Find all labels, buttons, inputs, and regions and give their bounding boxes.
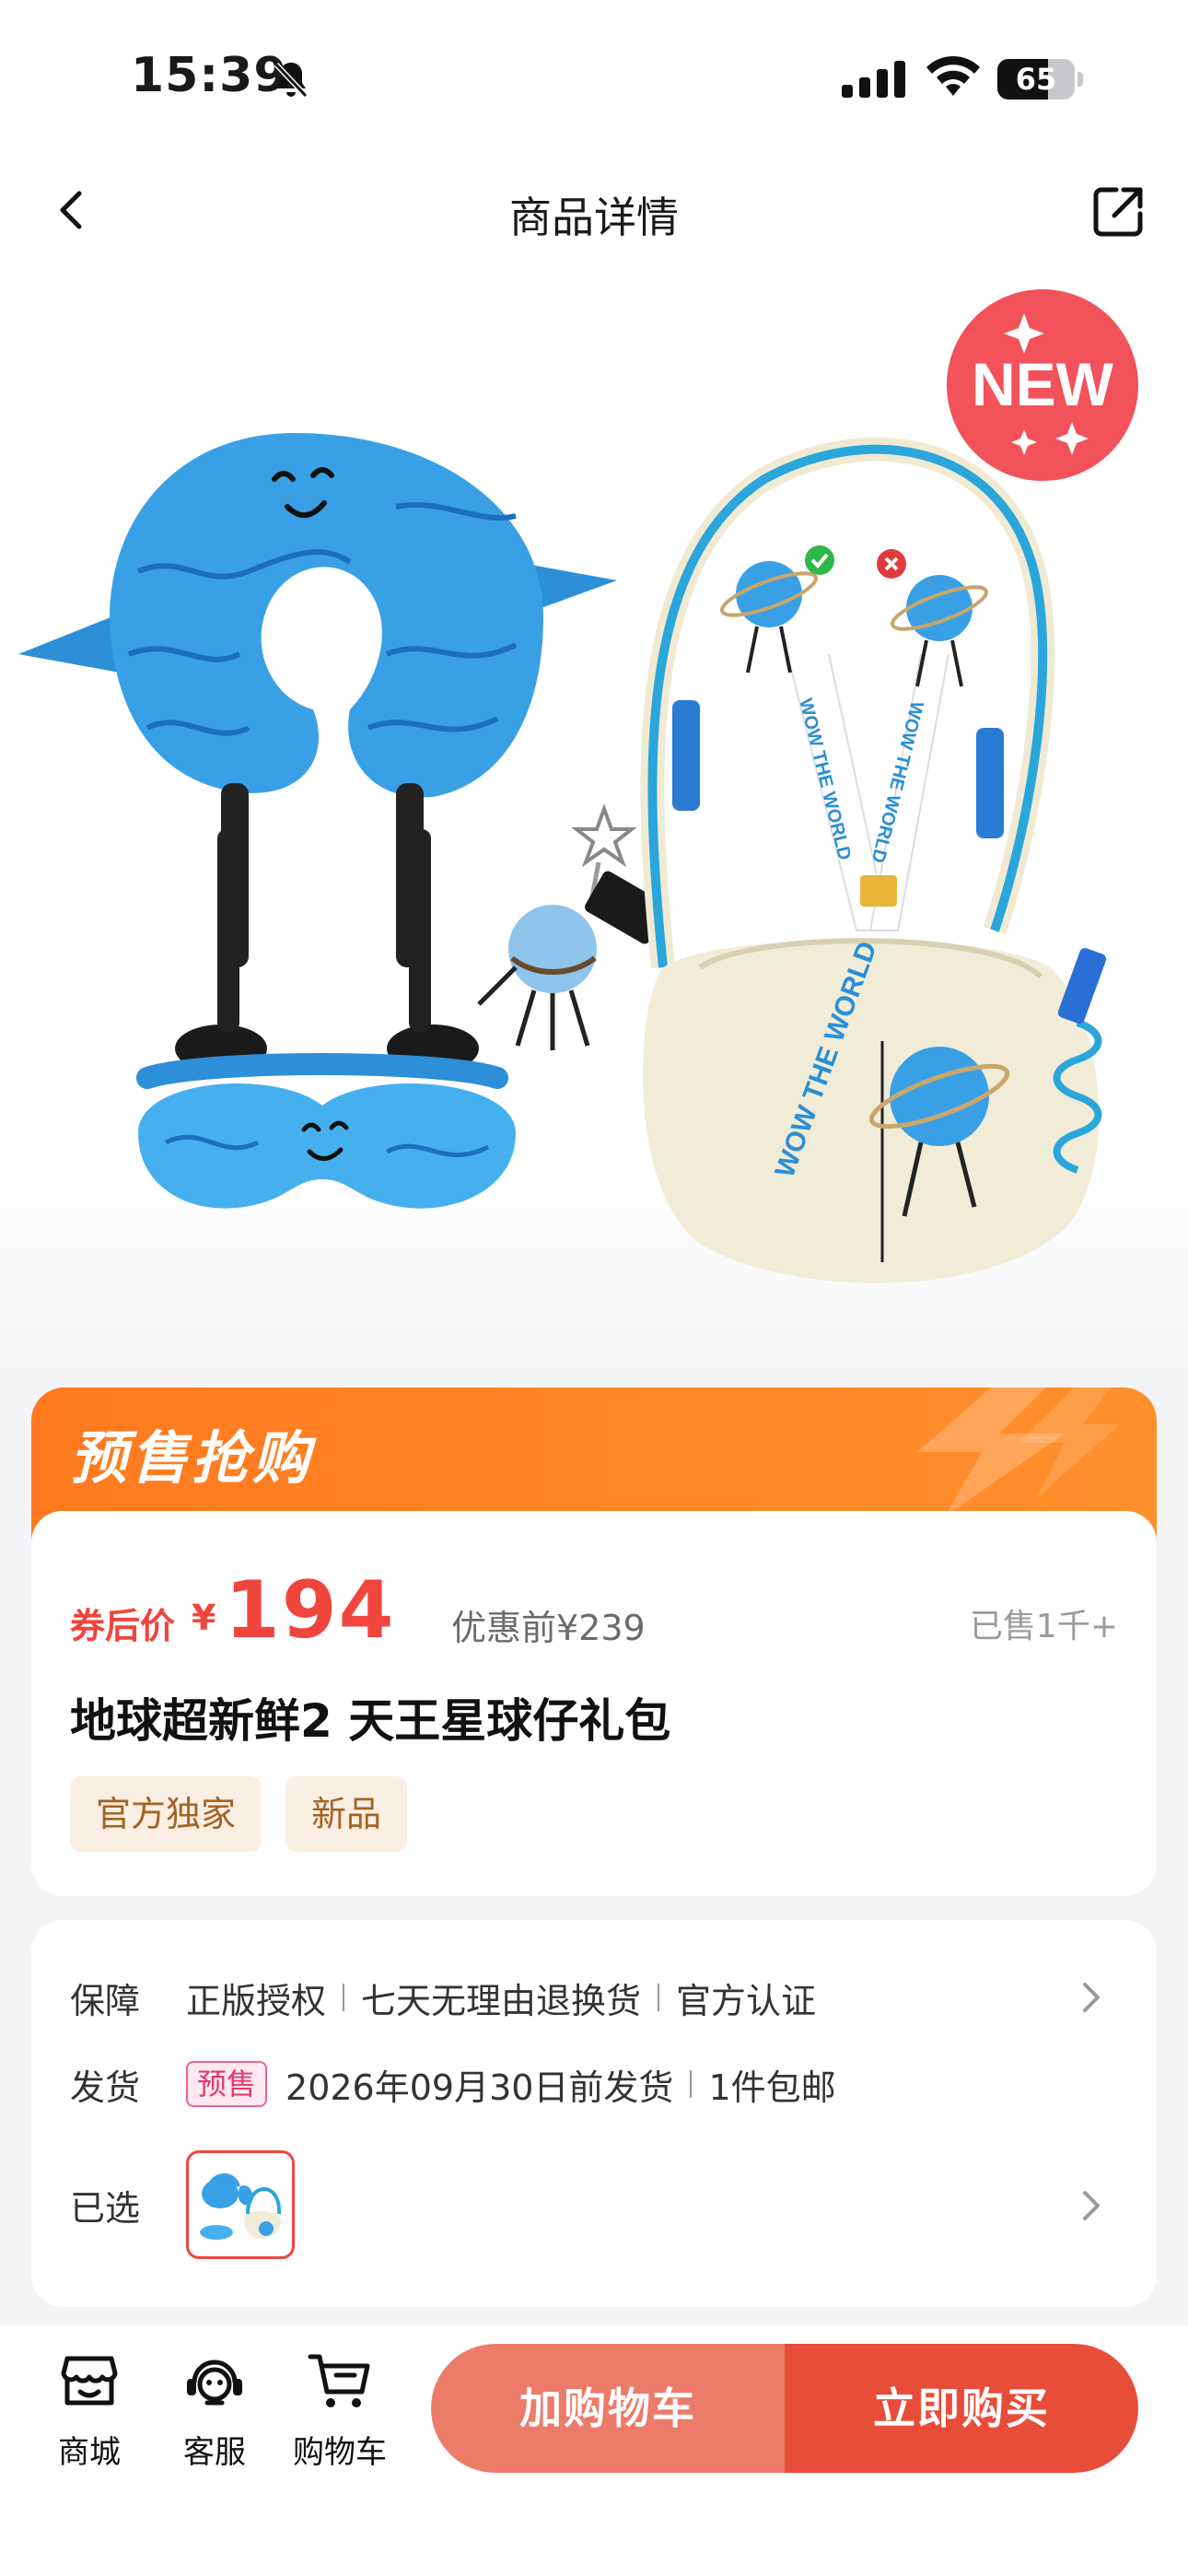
battery-percentage: 65 xyxy=(1015,62,1057,97)
keychain-illustration xyxy=(477,803,668,1050)
share-icon[interactable] xyxy=(1089,181,1149,241)
product-image[interactable]: NEW WOW THE WORLD WOW THE WORLD WOW THE … xyxy=(0,267,1188,1391)
shopping-cart-icon xyxy=(308,2354,370,2407)
tag-official-exclusive: 官方独家 xyxy=(70,1776,262,1852)
divider xyxy=(658,1984,660,2011)
selected-variant-row[interactable]: 已选 xyxy=(70,2149,295,2261)
status-time: 15:39 xyxy=(131,48,288,103)
original-price: 优惠前¥239 xyxy=(451,1608,646,1648)
lanyard-illustration: WOW THE WORLD WOW THE WORLD xyxy=(720,545,988,931)
guarantee-item-return: 七天无理由退换货 xyxy=(361,1980,642,2021)
sold-count: 已售1千+ xyxy=(969,1608,1118,1645)
shopping-cart-button[interactable]: 购物车 xyxy=(280,2346,400,2472)
shipping-label: 发货 xyxy=(70,2067,141,2108)
navigation-bar: 商品详情 xyxy=(0,157,1188,267)
price-value: 194 xyxy=(225,1564,396,1657)
selected-variant-thumbnail[interactable] xyxy=(186,2150,295,2259)
new-badge-text: NEW xyxy=(972,350,1114,418)
page-title: 商品详情 xyxy=(509,193,679,242)
price-card: 券后价 ¥ 194 优惠前¥239 已售1千+ 地球超新鲜2 天王星球仔礼包 官… xyxy=(31,1511,1157,1896)
mall-label: 商城 xyxy=(58,2434,121,2471)
divider xyxy=(690,2070,693,2098)
selected-label: 已选 xyxy=(70,2187,141,2229)
buy-now-button[interactable]: 立即购买 xyxy=(785,2344,1138,2473)
guarantee-item-certified: 官方认证 xyxy=(676,1980,817,2021)
tag-new: 新品 xyxy=(285,1776,408,1852)
bottom-action-bar: 商城 客服 购物车 加购物车 立即购买 xyxy=(0,2325,1188,2576)
chevron-right-icon[interactable] xyxy=(1077,2187,1105,2224)
shipping-free: 1件包邮 xyxy=(708,2067,836,2108)
new-badge: NEW xyxy=(947,289,1138,481)
product-title: 地球超新鲜2 天王星球仔礼包 xyxy=(70,1694,671,1748)
coupon-price-label: 券后价 xyxy=(70,1606,176,1646)
guarantee-row[interactable]: 保障 正版授权 七天无理由退换货 官方认证 xyxy=(70,1970,816,2025)
price-currency: ¥ xyxy=(192,1598,216,1638)
shipping-row: 发货 预售 2026年09月30日前发货 1件包邮 xyxy=(70,2056,836,2112)
info-card: 保障 正版授权 七天无理由退换货 官方认证 发货 预售 2026年09月30日前… xyxy=(31,1920,1157,2307)
presale-badge: 预售 xyxy=(186,2061,268,2107)
shipping-date: 2026年09月30日前发货 xyxy=(285,2067,674,2108)
bell-muted-icon xyxy=(274,62,309,99)
lightning-decoration-icon xyxy=(917,1388,1120,1516)
store-icon xyxy=(61,2356,118,2406)
wifi-icon xyxy=(926,55,980,96)
presale-title: 预售抢购 xyxy=(70,1424,314,1492)
customer-service-icon xyxy=(187,2359,242,2406)
mall-button[interactable]: 商城 xyxy=(29,2346,149,2472)
customer-service-button[interactable]: 客服 xyxy=(155,2346,274,2472)
guarantee-label: 保障 xyxy=(70,1980,141,2021)
divider xyxy=(343,1984,345,2011)
cart-label: 购物车 xyxy=(293,2434,387,2471)
add-to-cart-button[interactable]: 加购物车 xyxy=(431,2344,785,2473)
eye-mask-illustration xyxy=(136,1053,516,1209)
cellular-signal-icon xyxy=(842,61,905,98)
chevron-right-icon[interactable] xyxy=(1077,1979,1105,2016)
guarantee-item-authorized: 正版授权 xyxy=(186,1980,327,2021)
service-label: 客服 xyxy=(183,2434,246,2471)
status-bar: 15:39 65 xyxy=(0,0,1188,157)
product-tags: 官方独家 新品 xyxy=(70,1776,408,1852)
battery-indicator: 65 xyxy=(997,59,1083,100)
